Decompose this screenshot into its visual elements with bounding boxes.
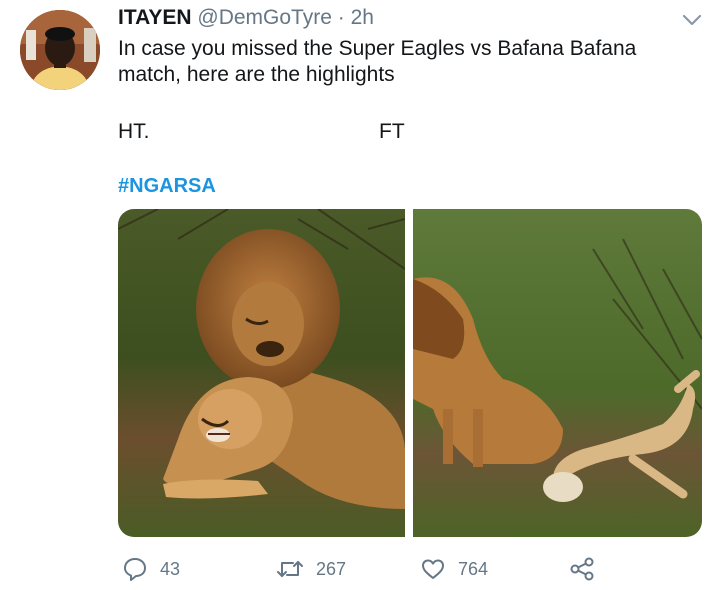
like-button[interactable]: 764	[420, 554, 488, 584]
tweet-header: ITAYEN @DemGoTyre · 2h	[118, 6, 374, 30]
tweet-text-line: In case you missed the Super Eagles vs B…	[118, 37, 637, 60]
chevron-down-icon[interactable]	[680, 10, 704, 30]
hashtag-link[interactable]: #NGARSA	[118, 174, 216, 198]
retweet-button[interactable]: 267	[276, 554, 346, 584]
avatar[interactable]	[20, 10, 100, 90]
tweet-text-line: match, here are the highlights	[118, 63, 395, 86]
retweet-count: 267	[316, 558, 347, 579]
like-count: 764	[458, 558, 489, 579]
right-photo[interactable]	[413, 209, 702, 537]
heart-icon	[422, 559, 444, 579]
fulltime-label: FT	[379, 120, 405, 143]
tweet-media	[118, 209, 702, 537]
timestamp[interactable]: 2h	[351, 6, 374, 29]
display-name[interactable]: ITAYEN	[118, 6, 192, 29]
halftime-label: HT.	[118, 120, 150, 143]
retweet-icon	[277, 561, 303, 577]
speech-bubble-icon	[124, 558, 146, 581]
reply-button[interactable]: 43	[122, 554, 180, 584]
share-icon	[570, 557, 594, 581]
separator: ·	[337, 6, 345, 29]
share-button[interactable]	[568, 554, 596, 584]
left-photo[interactable]	[118, 209, 406, 537]
tweet-actions: 43 267 764	[118, 554, 678, 584]
profile-photo	[20, 10, 100, 90]
user-handle[interactable]: @DemGoTyre	[197, 6, 332, 29]
reply-count: 43	[160, 558, 181, 579]
tweet-text: In case you missed the Super Eagles vs B…	[118, 36, 698, 88]
